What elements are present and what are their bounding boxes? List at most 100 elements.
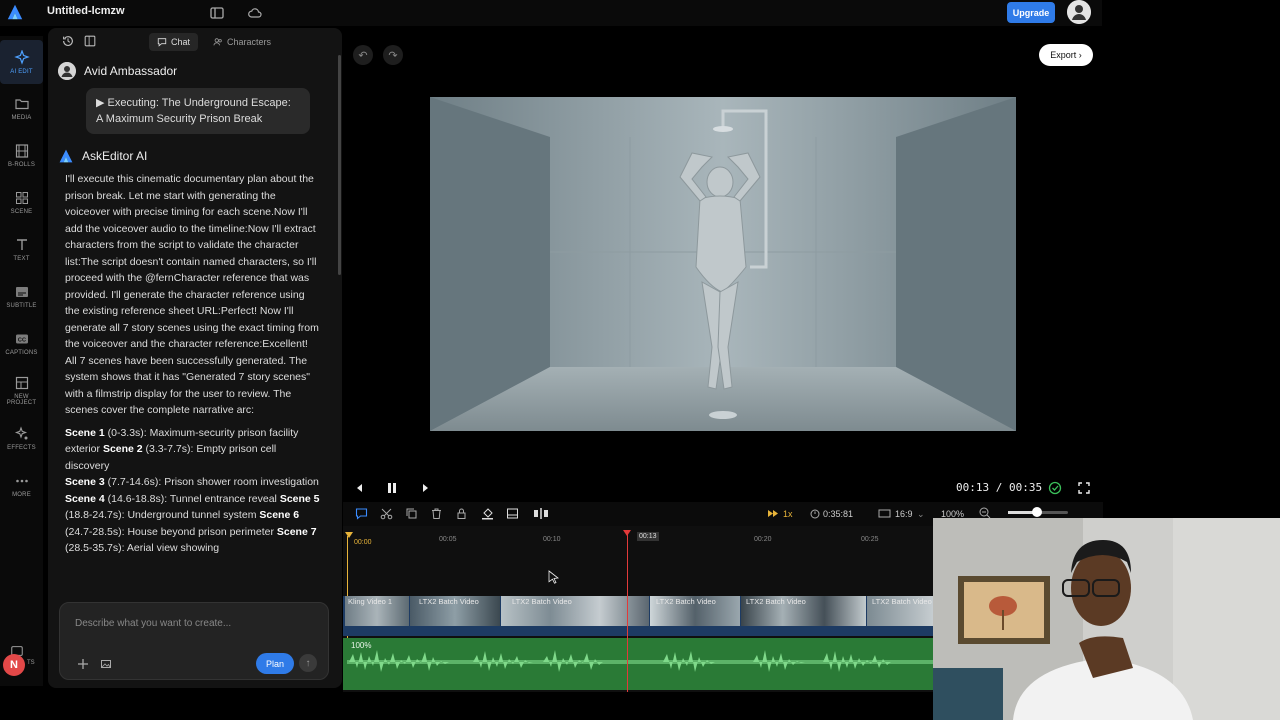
rail-label: SUBTITLE bbox=[6, 302, 37, 309]
rail-item-text[interactable]: TEXT bbox=[0, 227, 43, 271]
playhead-time: 00:13 bbox=[637, 532, 659, 541]
tab-characters[interactable]: Characters bbox=[205, 33, 279, 51]
preview-stage: ↶ ↷ Export › bbox=[343, 28, 1103, 498]
sidebar-toggle-icon[interactable] bbox=[209, 5, 225, 21]
chat-scrollbar[interactable] bbox=[338, 55, 341, 275]
fast-forward-icon[interactable] bbox=[767, 507, 780, 520]
comment-icon[interactable] bbox=[355, 507, 368, 520]
image-icon[interactable] bbox=[100, 658, 112, 670]
export-button[interactable]: Export › bbox=[1039, 44, 1093, 66]
undo-icon: ↶ bbox=[358, 49, 368, 62]
rail-label: EFFECTS bbox=[7, 444, 36, 451]
lock-icon[interactable] bbox=[455, 507, 468, 520]
rail-item-captions[interactable]: CC CAPTIONS bbox=[0, 321, 43, 365]
chat-messages: Avid Ambassador ▶ Executing: The Undergr… bbox=[58, 62, 338, 568]
ai-message-body: I'll execute this cinematic documentary … bbox=[58, 171, 320, 568]
tab-chat[interactable]: Chat bbox=[149, 33, 199, 51]
scissors-icon[interactable] bbox=[380, 507, 393, 520]
effects-icon bbox=[14, 425, 27, 439]
fill-bucket-icon[interactable] bbox=[481, 507, 494, 520]
timer-icon bbox=[810, 509, 820, 519]
text-icon bbox=[16, 238, 27, 250]
history-icon[interactable] bbox=[61, 34, 75, 48]
subtitle-icon bbox=[15, 286, 28, 297]
audio-track[interactable]: 100% bbox=[343, 638, 933, 690]
tab-label: Characters bbox=[227, 37, 272, 47]
rail-item-new-project[interactable]: NEW PROJECT bbox=[0, 368, 43, 412]
layout-icon bbox=[15, 376, 28, 389]
rail-item-media[interactable]: MEDIA bbox=[0, 86, 43, 130]
panel-layout-icon[interactable] bbox=[83, 34, 97, 48]
rail-item-ai-edit[interactable]: AI EDIT bbox=[0, 40, 43, 84]
pause-icon[interactable] bbox=[385, 481, 399, 495]
fullscreen-icon[interactable] bbox=[1077, 481, 1091, 495]
prompt-input[interactable]: Describe what you want to create... bbox=[75, 618, 231, 629]
prompt-input-box[interactable]: Describe what you want to create... Plan… bbox=[59, 602, 329, 680]
playhead[interactable] bbox=[623, 530, 631, 692]
executing-plan-message[interactable]: ▶ Executing: The Underground Escape: A M… bbox=[86, 88, 310, 134]
scene-desc: (18.8-24.7s): Underground tunnel system bbox=[65, 509, 260, 521]
upgrade-button[interactable]: Upgrade bbox=[1007, 2, 1055, 23]
video-preview[interactable] bbox=[430, 97, 1016, 431]
user-avatar[interactable] bbox=[1067, 0, 1091, 24]
scene-name: Scene 5 bbox=[279, 492, 320, 505]
scene-name: Scene 2 bbox=[102, 443, 143, 455]
folder-icon bbox=[14, 98, 29, 109]
scene-name: Scene 3 bbox=[65, 476, 105, 488]
send-button[interactable]: ↑ bbox=[299, 654, 317, 672]
trash-icon[interactable] bbox=[430, 507, 443, 520]
timecode-display: 00:13 / 00:35 bbox=[956, 481, 1043, 494]
zoom-slider[interactable] bbox=[1008, 507, 1068, 517]
scene-name: Scene 1 bbox=[65, 426, 105, 439]
top-bar: Untitled-lcmzw Upgrade bbox=[0, 0, 1102, 26]
sparkle-icon bbox=[13, 49, 30, 65]
tab-label: Chat bbox=[171, 37, 191, 47]
ruler-label: 00:05 bbox=[439, 536, 457, 543]
copy-icon[interactable] bbox=[405, 507, 418, 520]
playhead-handle[interactable] bbox=[623, 530, 631, 536]
check-circle-icon bbox=[1048, 481, 1062, 495]
film-icon bbox=[15, 143, 28, 158]
split-icon[interactable] bbox=[533, 507, 549, 520]
rail-item-scene[interactable]: SCENE bbox=[0, 180, 43, 224]
chevron-down-icon: ⌄ bbox=[917, 509, 925, 519]
speed-label[interactable]: 1x bbox=[783, 509, 793, 519]
app-logo-icon[interactable] bbox=[6, 3, 24, 21]
rail-label: MEDIA bbox=[11, 114, 32, 121]
rail-item-more[interactable]: MORE bbox=[0, 463, 43, 507]
svg-text:CC: CC bbox=[17, 337, 25, 343]
project-title[interactable]: Untitled-lcmzw bbox=[47, 5, 125, 17]
user-initial-avatar[interactable]: N bbox=[3, 654, 25, 676]
ruler-label: 00:00 bbox=[354, 539, 372, 546]
grid-icon bbox=[15, 191, 28, 204]
app-window: Untitled-lcmzw Upgrade AI EDIT MEDIA B-R… bbox=[0, 0, 1280, 720]
cloud-icon[interactable] bbox=[247, 5, 263, 21]
clip-label: LTX2 Batch Video bbox=[746, 597, 806, 606]
webcam-overlay bbox=[933, 518, 1280, 720]
rail-item-effects[interactable]: EFFECTS bbox=[0, 416, 43, 460]
previous-frame-icon[interactable] bbox=[353, 481, 367, 495]
scene-name: Scene 4 bbox=[65, 492, 105, 505]
add-icon[interactable] bbox=[77, 658, 89, 670]
plan-button[interactable]: Plan bbox=[256, 653, 294, 674]
mouse-cursor-icon bbox=[548, 570, 560, 584]
next-frame-icon[interactable] bbox=[418, 481, 432, 495]
rail-label-2: PROJECT bbox=[6, 399, 37, 406]
crop-icon[interactable] bbox=[506, 507, 519, 520]
scene-list: Scene 1 (0-3.3s): Maximum-security priso… bbox=[65, 425, 320, 557]
clip-label: Kling Video 1 bbox=[348, 597, 393, 606]
rail-partial-label: TS bbox=[27, 660, 35, 666]
ai-name: AskEditor AI bbox=[82, 149, 148, 163]
rail-item-b-rolls[interactable]: B-ROLLS bbox=[0, 133, 43, 177]
aspect-ratio-icon bbox=[878, 509, 891, 518]
chat-bubble-icon bbox=[157, 38, 167, 47]
undo-button[interactable]: ↶ bbox=[353, 45, 373, 65]
rail-item-subtitle[interactable]: SUBTITLE bbox=[0, 274, 43, 318]
aspect-ratio-select[interactable]: 16:9 bbox=[895, 509, 913, 519]
zoom-slider-thumb[interactable] bbox=[1032, 507, 1042, 517]
rail-label: AI EDIT bbox=[10, 68, 33, 75]
redo-button[interactable]: ↷ bbox=[383, 45, 403, 65]
arrow-up-icon: ↑ bbox=[305, 657, 311, 669]
total-duration: 0:35:81 bbox=[823, 509, 854, 519]
ruler-label: 00:20 bbox=[754, 536, 772, 543]
